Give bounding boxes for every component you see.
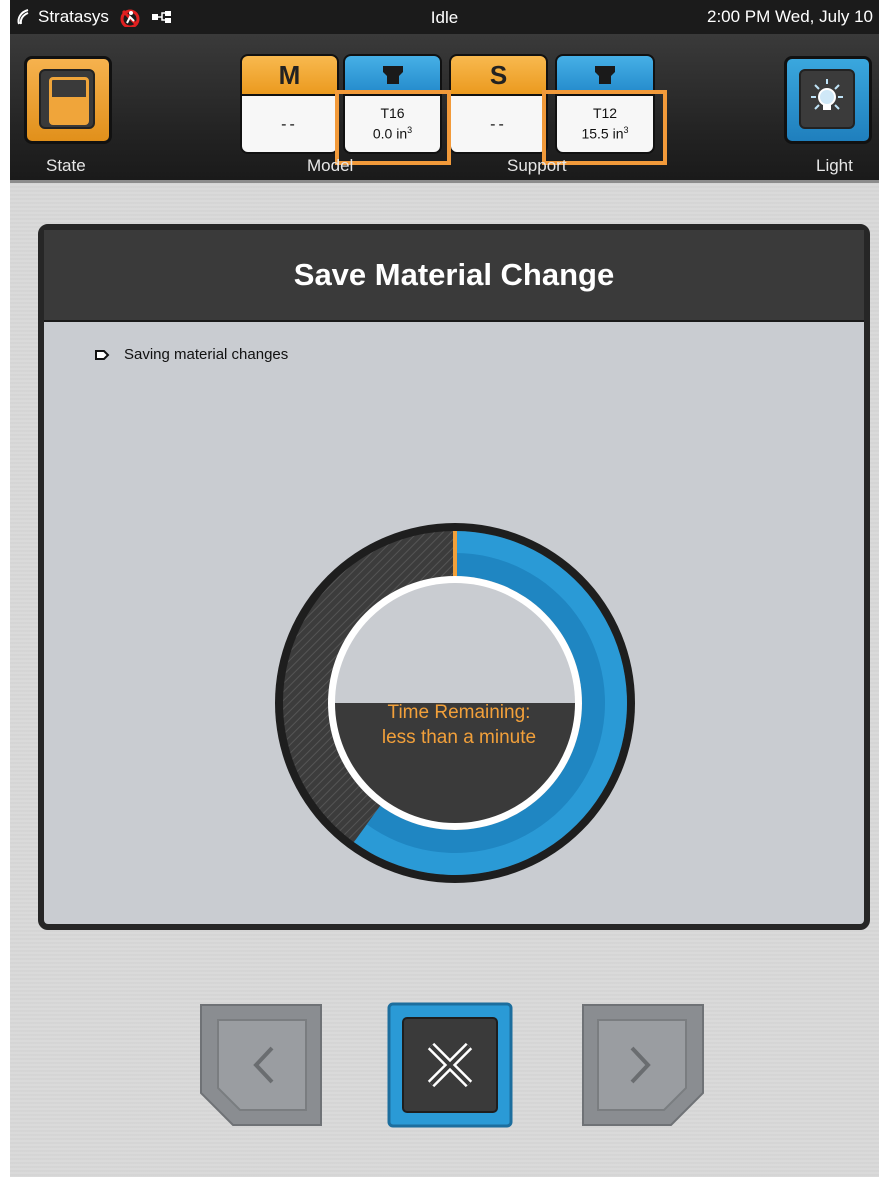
support-tray-tab [555,54,655,94]
state-label: State [46,156,86,175]
printer-icon [39,69,95,129]
support-tray-highlight [542,90,667,165]
model-value-text: -- [281,115,298,133]
time-remaining-value: less than a minute [381,727,537,748]
cartridge-icon [595,66,615,84]
cartridge-icon [382,66,403,84]
save-material-panel: Save Material Change Saving material cha… [38,224,870,930]
time-remaining: Time Remaining: less than a minute [364,700,554,750]
step-text: Saving material changes [124,346,289,363]
model-material-bay[interactable]: M -- [240,54,339,154]
back-button[interactable] [198,1002,324,1128]
header: State M -- T16 0.0 in3 S -- T12 15.5 in3… [10,34,879,183]
model-label: Model [307,156,354,175]
support-value-text: -- [490,115,507,133]
step-pointer-icon [95,349,110,360]
support-material-bay[interactable]: S -- [449,54,548,154]
light-icon-holder [799,69,855,129]
light-label: Light [816,156,853,175]
step-row: Saving material changes [94,346,288,363]
light-button[interactable] [784,56,872,144]
time-remaining-label: Time Remaining: [387,702,531,723]
screen: Stratasys Idle 2:00 PM Wed, July 10 Stat… [10,0,879,1177]
lightbulb-icon [811,79,843,110]
model-tab: M [240,54,339,94]
clock-text: 2:00 PM Wed, July 10 [707,7,873,26]
model-tray-tab [343,54,442,94]
status-bar: Stratasys Idle 2:00 PM Wed, July 10 [10,0,879,34]
next-button[interactable] [580,1002,706,1128]
model-tray-highlight [335,90,451,165]
model-value: -- [240,94,339,154]
support-label: Support [507,156,567,175]
support-value: -- [449,94,548,154]
state-button[interactable] [24,56,112,144]
support-tab: S [449,54,548,94]
cancel-button[interactable] [387,1002,513,1128]
panel-title: Save Material Change [44,230,864,322]
